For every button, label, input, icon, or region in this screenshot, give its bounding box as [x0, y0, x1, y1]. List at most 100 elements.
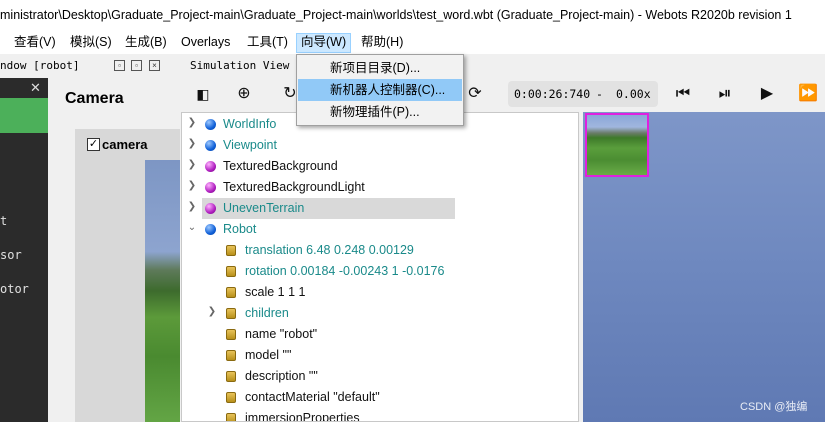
camera-device-box: ✓ camera: [75, 129, 180, 422]
field-icon: [226, 371, 236, 382]
camera-enable-checkbox[interactable]: ✓: [87, 138, 100, 151]
simulation-view-header: Simulation View: [180, 56, 825, 76]
field-label: children: [245, 306, 289, 320]
purple-ball-icon: [205, 161, 216, 172]
field-icon: [226, 329, 236, 340]
device-item[interactable]: otor: [0, 282, 29, 296]
simulation-time: 0:00:26:740: [514, 87, 591, 101]
scene-tree: ❯ WorldInfo ❯ Viewpoint ❯ TexturedBackgr…: [181, 112, 579, 422]
field-icon: [226, 413, 236, 421]
purple-ball-icon: [205, 182, 216, 193]
camera-panel: Camera ✓ camera: [48, 78, 180, 422]
expand-arrow-icon[interactable]: ❯: [187, 117, 197, 128]
field-contactmaterial[interactable]: contactMaterial "default": [182, 387, 578, 408]
tree-node-uneventerrain[interactable]: ❯ UnevenTerrain: [182, 198, 578, 219]
device-item[interactable]: t: [0, 214, 7, 228]
field-label: translation 6.48 0.248 0.00129: [245, 243, 414, 257]
camera-device-label: camera: [102, 137, 148, 152]
field-immersionproperties[interactable]: immersionProperties: [182, 408, 578, 422]
add-node-icon[interactable]: ⊕: [234, 84, 254, 104]
field-label: name "robot": [245, 327, 318, 341]
field-icon: [226, 392, 236, 403]
reverse-icon[interactable]: ⏮: [673, 84, 693, 104]
field-icon: [226, 245, 236, 256]
camera-panel-title: Camera: [65, 90, 124, 107]
menu-tools[interactable]: 工具(T): [245, 34, 290, 52]
expand-arrow-icon[interactable]: ❯: [207, 306, 217, 317]
collapse-arrow-icon[interactable]: ⌄: [187, 222, 197, 233]
tree-node-texturedbackgroundlight[interactable]: ❯ TexturedBackgroundLight: [182, 177, 578, 198]
menu-build[interactable]: 生成(B): [123, 34, 169, 52]
expand-arrow-icon[interactable]: ❯: [187, 138, 197, 149]
maximize-window-icon[interactable]: ▫: [131, 60, 142, 71]
field-rotation[interactable]: rotation 0.00184 -0.00243 1 -0.0176: [182, 261, 578, 282]
blue-ball-icon: [205, 119, 216, 130]
field-icon: [226, 350, 236, 361]
field-icon: [226, 266, 236, 277]
camera-image: [145, 160, 180, 422]
expand-arrow-icon[interactable]: ❯: [187, 201, 197, 212]
selected-device-highlight[interactable]: [0, 98, 48, 133]
watermark: CSDN @独编: [740, 401, 808, 413]
simulation-toolbar: ◧ ⊕ ↻ ⟳ 0:00:26:740 - 0.00x ⏮ ⏯ ▶ ⏩: [180, 76, 825, 112]
menu-overlays[interactable]: Overlays: [179, 34, 232, 52]
tree-node-robot[interactable]: ⌄ Robot: [182, 219, 578, 240]
field-description[interactable]: description "": [182, 366, 578, 387]
device-item[interactable]: sor: [0, 248, 22, 262]
purple-ball-icon: [205, 203, 216, 214]
field-label: scale 1 1 1: [245, 285, 306, 299]
3d-view[interactable]: [583, 112, 825, 422]
time-separator: -: [596, 87, 603, 101]
tree-node-label: Viewpoint: [223, 138, 277, 152]
float-window-icon[interactable]: ▫: [114, 60, 125, 71]
wizard-dropdown-menu: 新项目目录(D)... 新机器人控制器(C)... 新物理插件(P)...: [296, 54, 464, 126]
field-children[interactable]: ❯ children: [182, 303, 578, 324]
field-model[interactable]: model "": [182, 345, 578, 366]
field-label: contactMaterial "default": [245, 390, 380, 404]
field-name[interactable]: name "robot": [182, 324, 578, 345]
expand-arrow-icon[interactable]: ❯: [187, 180, 197, 191]
field-translation[interactable]: translation 6.48 0.248 0.00129: [182, 240, 578, 261]
menu-simulation[interactable]: 模拟(S): [68, 34, 114, 52]
tree-node-texturedbackground[interactable]: ❯ TexturedBackground: [182, 156, 578, 177]
robot-window-title: ndow [robot]: [0, 59, 80, 72]
tree-node-viewpoint[interactable]: ❯ Viewpoint: [182, 135, 578, 156]
simulation-view-title: Simulation View: [190, 59, 290, 72]
menu-item-new-robot-controller[interactable]: 新机器人控制器(C)...: [298, 79, 462, 101]
field-label: rotation 0.00184 -0.00243 1 -0.0176: [245, 264, 445, 278]
menu-help[interactable]: 帮助(H): [359, 34, 405, 52]
menu-item-new-physics-plugin[interactable]: 新物理插件(P)...: [298, 101, 462, 123]
play-icon[interactable]: ▶: [757, 84, 777, 104]
tree-node-label: UnevenTerrain: [223, 201, 305, 215]
fast-forward-icon[interactable]: ⏩: [798, 84, 818, 104]
window-titlebar: ministrator\Desktop\Graduate_Project-mai…: [0, 0, 825, 30]
tree-node-label: Robot: [223, 222, 257, 236]
menu-view[interactable]: 查看(V): [12, 34, 58, 52]
field-scale[interactable]: scale 1 1 1: [182, 282, 578, 303]
menu-bar: 查看(V) 模拟(S) 生成(B) Overlays 工具(T) 向导(W) 帮…: [0, 30, 825, 54]
overlay-corner-icon[interactable]: [639, 113, 649, 121]
step-icon[interactable]: ⏯: [715, 84, 735, 104]
simulation-time-display: 0:00:26:740 - 0.00x: [508, 81, 658, 107]
field-label: model "": [245, 348, 292, 362]
toggle-scene-tree-icon[interactable]: ◧: [193, 84, 213, 104]
camera-overlay-thumbnail[interactable]: [585, 113, 649, 177]
simulation-speed: 0.00x: [616, 87, 651, 101]
field-icon: [226, 287, 236, 298]
field-icon: [226, 308, 236, 319]
robot-device-list: ✕ t sor otor: [0, 78, 48, 422]
close-icon[interactable]: ✕: [30, 80, 41, 96]
field-label: description "": [245, 369, 318, 383]
tree-node-label: TexturedBackground: [223, 159, 338, 173]
tree-node-label: WorldInfo: [223, 117, 277, 131]
window-title: ministrator\Desktop\Graduate_Project-mai…: [0, 8, 792, 22]
menu-item-new-project-directory[interactable]: 新项目目录(D)...: [298, 57, 462, 79]
close-window-icon[interactable]: ×: [149, 60, 160, 71]
reset-simulation-icon[interactable]: ⟳: [465, 84, 485, 104]
tree-node-label: TexturedBackgroundLight: [223, 180, 365, 194]
expand-arrow-icon[interactable]: ❯: [187, 159, 197, 170]
blue-ball-icon: [205, 224, 216, 235]
blue-ball-icon: [205, 140, 216, 151]
menu-wizards[interactable]: 向导(W): [296, 33, 352, 53]
field-label: immersionProperties: [245, 411, 360, 422]
